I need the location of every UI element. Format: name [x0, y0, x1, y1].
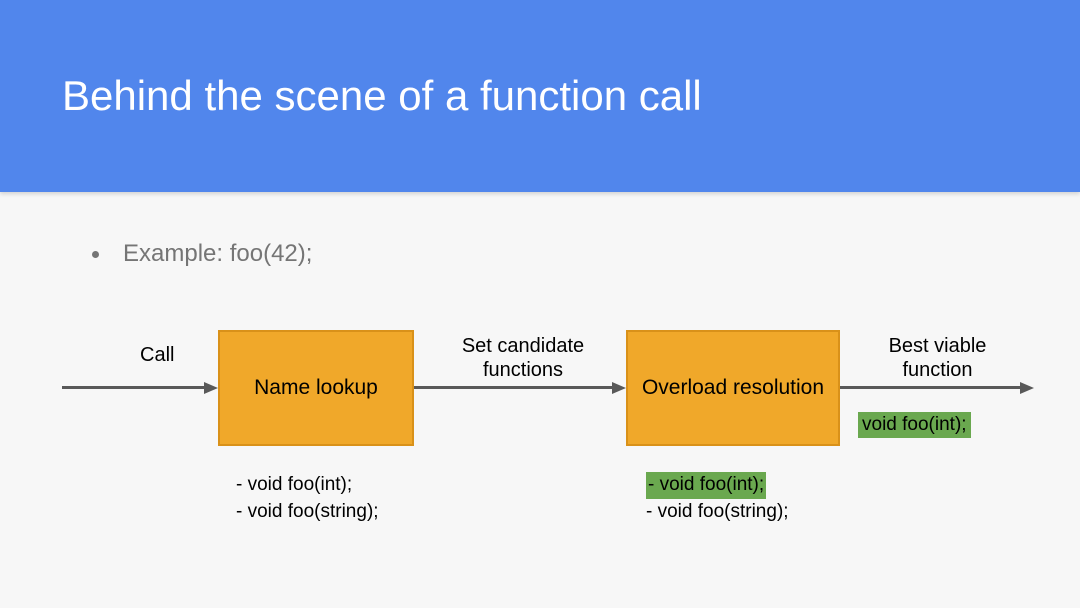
- label-call: Call: [140, 344, 174, 367]
- label-best-viable-line2: function: [860, 358, 1015, 382]
- candidate-list-2: - void foo(int); - void foo(string);: [646, 472, 789, 525]
- label-best-viable-line1: Best viable: [860, 334, 1015, 358]
- arrow-head-3: [1020, 382, 1034, 394]
- label-candidate-line2: functions: [438, 358, 608, 382]
- label-candidate-line1: Set candidate: [438, 334, 608, 358]
- bullet-text: Example: foo(42);: [123, 240, 312, 268]
- candidate-list-2-item-1-highlight: - void foo(int);: [646, 472, 766, 499]
- label-best-viable: Best viable function: [860, 334, 1015, 382]
- label-candidate: Set candidate functions: [438, 334, 608, 382]
- arrow-segment-1: [62, 386, 204, 389]
- arrow-segment-2: [414, 386, 612, 389]
- result-void-foo-int: void foo(int);: [858, 412, 971, 438]
- flow-diagram: Call Name lookup Set candidate functions…: [0, 322, 1080, 602]
- slide-title: Behind the scene of a function call: [62, 72, 702, 120]
- candidate-list-2-item-1: - void foo(int);: [646, 472, 789, 499]
- arrow-head-1: [204, 382, 218, 394]
- box-overload-resolution: Overload resolution: [626, 330, 840, 446]
- box-name-lookup-text: Name lookup: [254, 376, 378, 400]
- bullet-dot-icon: [92, 251, 99, 258]
- slide-header: Behind the scene of a function call: [0, 0, 1080, 192]
- slide-content: Example: foo(42);: [0, 192, 1080, 316]
- arrow-segment-3: [840, 386, 1022, 389]
- candidate-list-2-item-2: - void foo(string);: [646, 499, 789, 526]
- candidate-list-1-item-2: - void foo(string);: [236, 499, 379, 526]
- arrow-head-2: [612, 382, 626, 394]
- box-name-lookup: Name lookup: [218, 330, 414, 446]
- box-overload-resolution-text: Overload resolution: [642, 376, 824, 400]
- candidate-list-1-item-1: - void foo(int);: [236, 472, 379, 499]
- bullet-item: Example: foo(42);: [92, 240, 1018, 268]
- candidate-list-1: - void foo(int); - void foo(string);: [236, 472, 379, 525]
